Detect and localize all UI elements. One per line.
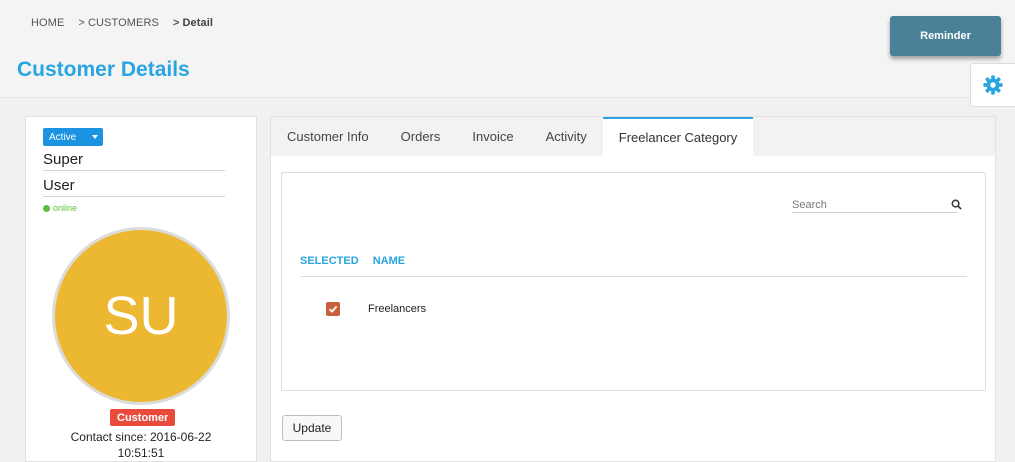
tab-orders[interactable]: Orders (385, 117, 457, 156)
search-input[interactable] (792, 199, 932, 211)
check-icon (328, 305, 338, 313)
status-label: Active (49, 131, 77, 143)
breadcrumb-separator: > (172, 17, 180, 29)
tab-invoice[interactable]: Invoice (456, 117, 529, 156)
tab-activity[interactable]: Activity (530, 117, 603, 156)
column-selected[interactable]: SELECTED (300, 255, 359, 276)
status-dropdown[interactable]: Active (43, 128, 103, 146)
gear-icon (983, 75, 1003, 95)
reminder-button[interactable]: Reminder (890, 16, 1001, 56)
contact-since-time: 10:51:51 (117, 446, 165, 460)
freelancer-category-panel: SELECTED NAME Freelancers (281, 172, 986, 391)
contact-since-date: Contact since: 2016-06-22 (70, 430, 212, 444)
first-name: Super (43, 151, 225, 171)
page-header: HOME > CUSTOMERS > Detail Customer Details (0, 0, 1015, 98)
profile-card: Active Super User online SU Customer Con… (25, 116, 257, 462)
avatar: SU (52, 227, 230, 405)
role-badge: Customer (110, 409, 176, 426)
table-row: Freelancers (300, 299, 967, 319)
row-checkbox[interactable] (326, 302, 340, 316)
table-header: SELECTED NAME (300, 255, 967, 277)
online-status: online (43, 203, 77, 213)
search-field (792, 195, 957, 213)
tab-bar: Customer Info Orders Invoice Activity Fr… (271, 117, 995, 156)
column-name[interactable]: NAME (373, 255, 405, 276)
row-name: Freelancers (368, 303, 427, 315)
breadcrumb: HOME > CUSTOMERS > Detail (31, 17, 213, 29)
breadcrumb-home[interactable]: HOME (31, 17, 64, 29)
avatar-initials: SU (103, 286, 179, 346)
search-icon[interactable] (951, 199, 962, 210)
tab-customer-info[interactable]: Customer Info (271, 117, 385, 156)
breadcrumb-customers[interactable]: CUSTOMERS (88, 17, 159, 29)
update-button[interactable]: Update (282, 415, 342, 441)
online-label: online (53, 203, 78, 213)
contact-since: Contact since: 2016-06-22 10:51:51 (26, 429, 256, 461)
online-dot-icon (43, 204, 50, 212)
tab-freelancer-category[interactable]: Freelancer Category (602, 117, 754, 156)
breadcrumb-detail: Detail (182, 17, 214, 29)
page-title: Customer Details (17, 58, 190, 81)
settings-tab[interactable] (970, 63, 1015, 107)
breadcrumb-separator: > (78, 17, 85, 29)
last-name: User (43, 177, 225, 197)
details-card: Customer Info Orders Invoice Activity Fr… (270, 116, 996, 462)
caret-down-icon (92, 135, 98, 139)
